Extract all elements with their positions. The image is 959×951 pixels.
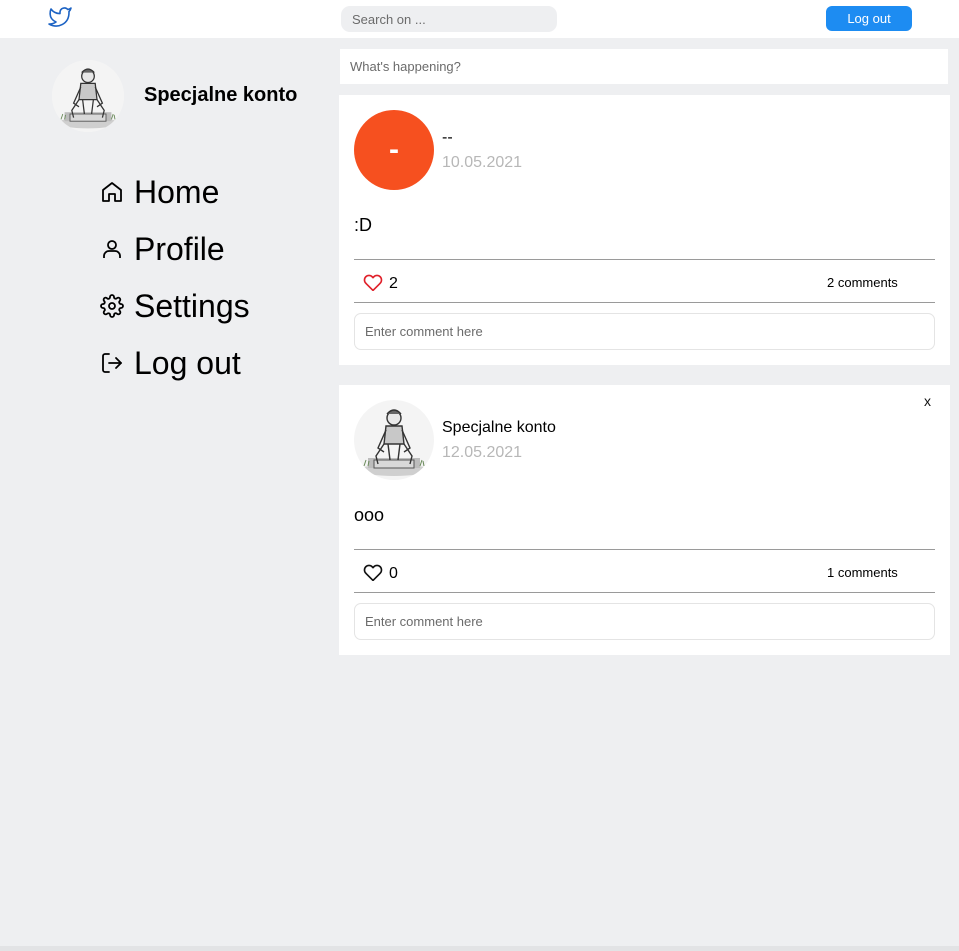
sidebar-item-home[interactable]: Home [100, 170, 320, 214]
avatar[interactable] [354, 400, 434, 480]
comment-input[interactable] [354, 603, 935, 640]
comments-link[interactable]: 2 comments [827, 275, 898, 290]
bottom-edge [0, 946, 959, 951]
divider [354, 302, 935, 303]
like-count: 2 [389, 275, 398, 292]
comment-input[interactable] [354, 313, 935, 350]
post-card: - -- 10.05.2021 :D 2 2 comments [339, 95, 950, 365]
user-icon [103, 240, 121, 258]
sidebar-item-label: Profile [134, 230, 225, 267]
logout-button[interactable]: Log out [826, 6, 912, 31]
sketch-man-avatar [354, 400, 434, 480]
heart-icon [363, 274, 383, 291]
post-card: x Specjalne konto 12.05.2021 ooo 0 1 com… [339, 385, 950, 655]
post-date: 10.05.2021 [442, 154, 523, 171]
sidebar-item-settings[interactable]: Settings [100, 284, 320, 328]
post-author[interactable]: -- [442, 129, 453, 147]
like-button[interactable]: 0 [363, 560, 398, 583]
avatar-letter: - [354, 110, 434, 190]
like-count: 0 [389, 565, 398, 582]
gear-icon [100, 294, 124, 318]
post-content: ooo [354, 505, 385, 525]
divider [354, 592, 935, 593]
avatar[interactable] [52, 60, 124, 132]
post-author[interactable]: Specjalne konto [442, 419, 556, 437]
sidebar-item-label: Log out [134, 344, 241, 381]
post-date: 12.05.2021 [442, 444, 523, 461]
twitter-bird-icon[interactable] [47, 5, 73, 29]
top-bar: Log out [0, 0, 959, 38]
compose-input[interactable] [340, 49, 948, 84]
sidebar-item-profile[interactable]: Profile [100, 227, 320, 271]
delete-post-button[interactable]: x [924, 393, 931, 409]
search-input[interactable] [341, 6, 557, 32]
post-content: :D [354, 215, 372, 235]
home-icon [102, 182, 122, 202]
heart-icon [363, 564, 383, 581]
avatar[interactable]: - [354, 110, 434, 190]
divider [354, 549, 935, 550]
profile-name: Specjalne konto [144, 84, 298, 106]
comments-link[interactable]: 1 comments [827, 565, 898, 580]
logout-icon [102, 353, 122, 373]
like-button[interactable]: 2 [363, 270, 398, 293]
sidebar-item-logout[interactable]: Log out [100, 341, 320, 385]
sidebar-item-label: Home [134, 173, 220, 210]
divider [354, 259, 935, 260]
sidebar-item-label: Settings [134, 287, 250, 324]
